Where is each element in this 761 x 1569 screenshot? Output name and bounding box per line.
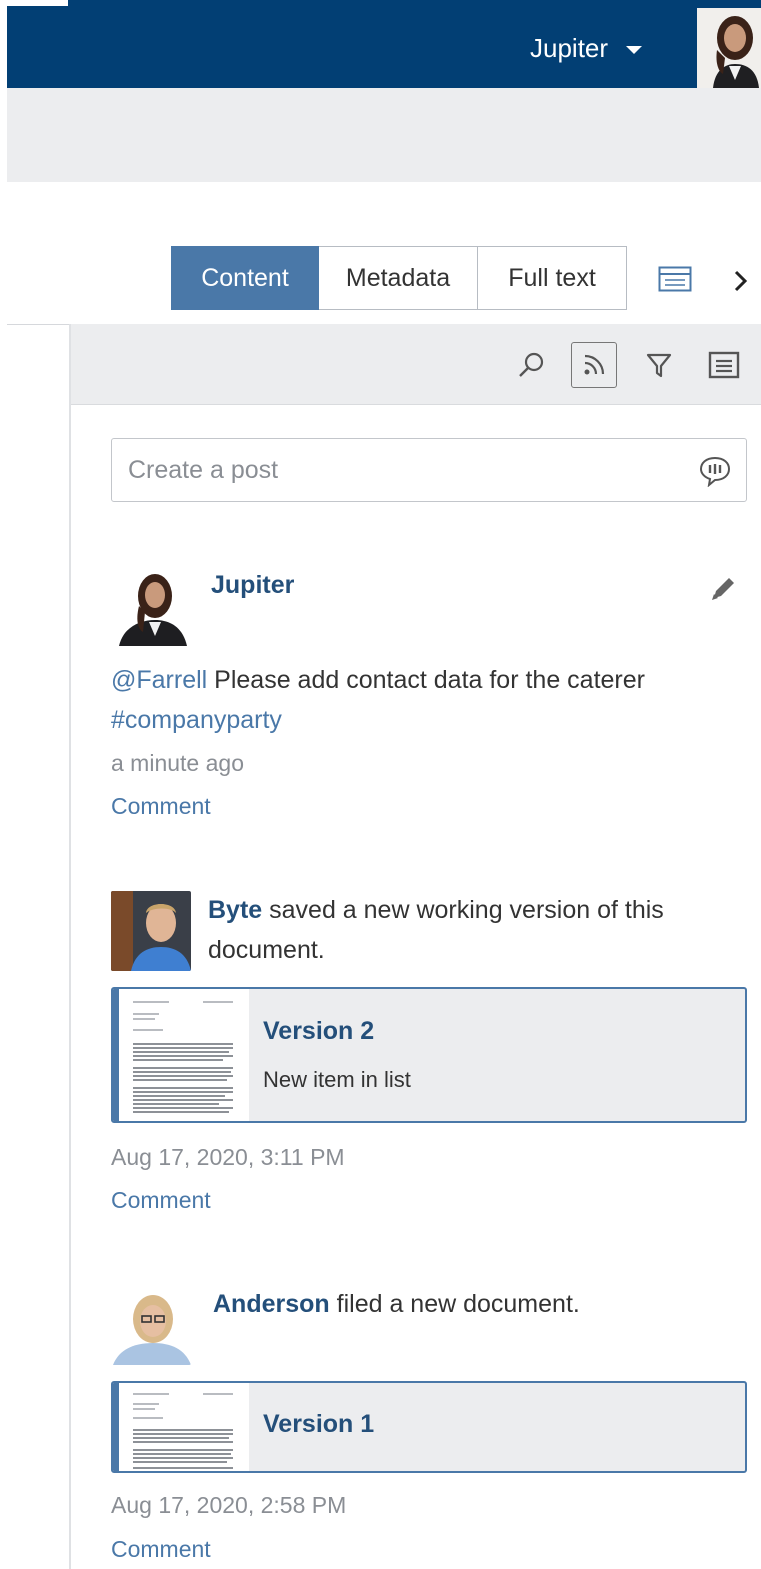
hashtag-link[interactable]: #companyparty: [111, 706, 282, 734]
top-header-bar: [7, 0, 761, 88]
pencil-icon[interactable]: [708, 574, 738, 604]
comment-link[interactable]: Comment: [111, 1187, 211, 1214]
create-post-input[interactable]: [128, 449, 688, 491]
view-layout-icon[interactable]: [658, 266, 692, 292]
post-author[interactable]: Jupiter: [211, 566, 294, 604]
version-title: Version 1: [263, 1410, 375, 1438]
activity-author[interactable]: Anderson: [213, 1290, 330, 1318]
post-body: Please add contact data for the caterer: [207, 666, 645, 694]
header-edge-left: [0, 6, 7, 88]
user-menu-name: Jupiter: [530, 32, 609, 63]
version-description: New item in list: [263, 1067, 411, 1092]
activity-text: Byte saved a new working version of this…: [208, 890, 738, 970]
left-panel-divider: [7, 324, 70, 325]
document-thumbnail: [119, 989, 249, 1121]
panel-border: [69, 324, 71, 1569]
chevron-right-icon[interactable]: [732, 268, 750, 294]
mention-link[interactable]: @Farrell: [111, 666, 207, 694]
avatar[interactable]: [111, 891, 191, 971]
tab-metadata[interactable]: Metadata: [319, 246, 478, 310]
header-edge: [0, 0, 68, 6]
activity-timestamp: Aug 17, 2020, 2:58 PM: [111, 1492, 347, 1518]
filter-icon[interactable]: [636, 342, 682, 388]
comment-link[interactable]: Comment: [111, 793, 211, 820]
avatar[interactable]: [111, 566, 191, 646]
activity-action: saved a new working version of this docu…: [208, 896, 664, 964]
avatar[interactable]: [111, 1285, 191, 1365]
version-card[interactable]: Version 1: [111, 1381, 747, 1473]
speech-bubble-icon[interactable]: [698, 455, 732, 488]
version-card[interactable]: Version 2 New item in list: [111, 987, 747, 1123]
tab-full-text[interactable]: Full text: [478, 246, 627, 310]
activity-action: filed a new document.: [329, 1290, 580, 1318]
user-avatar[interactable]: [697, 8, 761, 88]
activity-text: Anderson filed a new document.: [213, 1284, 743, 1324]
feed-toolbar: [71, 324, 761, 405]
search-icon[interactable]: [508, 342, 554, 388]
sub-header-bar: [7, 88, 761, 182]
user-menu-button[interactable]: Jupiter: [530, 30, 643, 66]
view-tabs: Content Metadata Full text: [171, 246, 627, 310]
list-icon[interactable]: [701, 342, 747, 388]
tab-content[interactable]: Content: [171, 246, 319, 310]
activity-timestamp: Aug 17, 2020, 3:11 PM: [111, 1144, 345, 1170]
activity-author[interactable]: Byte: [208, 896, 262, 924]
post-text: @Farrell Please add contact data for the…: [111, 660, 741, 740]
caret-down-icon: [626, 46, 643, 54]
user-avatar-image: [697, 8, 761, 88]
rss-feed-icon[interactable]: [571, 342, 617, 388]
post-timestamp: a minute ago: [111, 750, 244, 776]
comment-link[interactable]: Comment: [111, 1536, 211, 1563]
version-title: Version 2: [263, 1017, 375, 1045]
create-post-field[interactable]: [111, 438, 747, 502]
document-thumbnail: [119, 1383, 249, 1471]
